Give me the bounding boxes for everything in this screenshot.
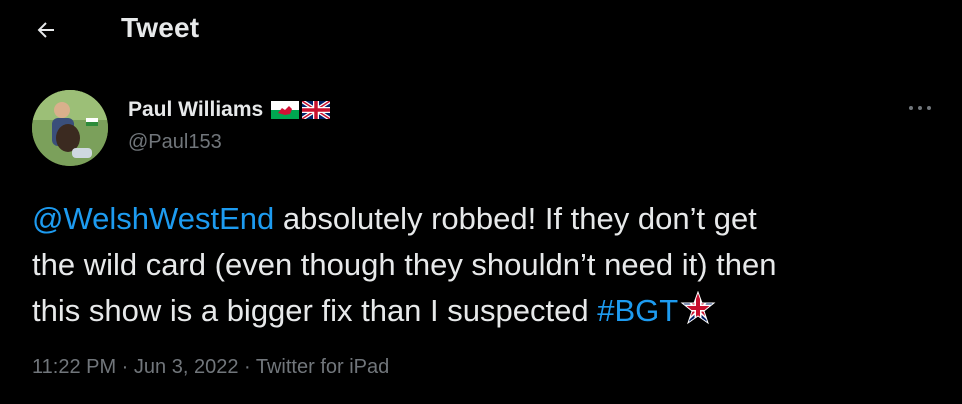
top-bar: Tweet — [0, 0, 962, 58]
mention-link[interactable]: @WelshWestEnd — [32, 201, 274, 236]
author-flags — [271, 101, 331, 119]
tweet-metadata: 11:22 PM · Jun 3, 2022 · Twitter for iPa… — [32, 356, 389, 379]
tweet-line-1: @WelshWestEnd absolutely robbed! If they… — [32, 196, 932, 242]
tweet-date[interactable]: Jun 3, 2022 — [134, 356, 239, 378]
tweet-line-3-text: this show is a bigger fix than I suspect… — [32, 293, 598, 328]
author-name-row: Paul Williams — [128, 98, 331, 122]
arrow-left-icon — [37, 22, 54, 38]
hashtag-link[interactable]: #BGT — [597, 293, 678, 328]
avatar[interactable] — [32, 90, 108, 166]
meta-separator: · — [116, 356, 134, 378]
more-options-button[interactable] — [902, 94, 938, 122]
author-display-name[interactable]: Paul Williams — [128, 98, 263, 122]
back-button[interactable] — [28, 12, 64, 48]
more-dots-icon — [909, 106, 931, 110]
tweet-time[interactable]: 11:22 PM — [32, 356, 116, 378]
tweet-text: @WelshWestEnd absolutely robbed! If they… — [32, 196, 932, 334]
tweet-line-3: this show is a bigger fix than I suspect… — [32, 288, 932, 334]
meta-separator: · — [238, 356, 256, 378]
uk-flag-icon — [302, 101, 331, 119]
tweet-line-1-text: absolutely robbed! If they don’t get — [274, 201, 757, 236]
tweet-line-2: the wild card (even though they shouldn’… — [32, 247, 777, 282]
profile-photo — [32, 90, 108, 166]
page-title: Tweet — [121, 12, 200, 43]
author-handle[interactable]: @Paul153 — [128, 131, 222, 154]
wales-flag-icon — [271, 101, 300, 119]
union-jack-star-icon — [680, 290, 716, 325]
tweet-source: Twitter for iPad — [255, 356, 390, 378]
